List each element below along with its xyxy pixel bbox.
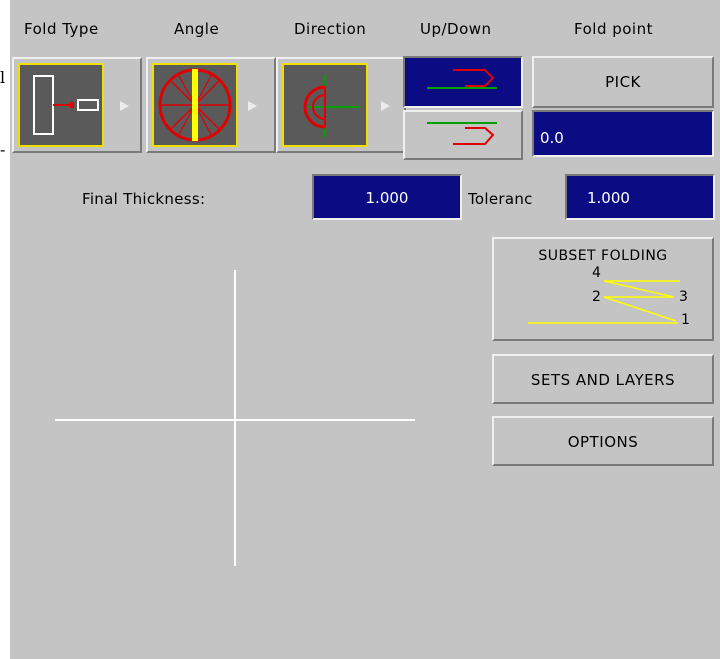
fold-up-icon [427, 69, 497, 89]
angle-button[interactable] [146, 57, 276, 153]
header-angle: Angle [174, 20, 220, 38]
fold-type-icon [18, 63, 104, 147]
crosshair-vertical [234, 270, 236, 566]
header-direction: Direction [294, 20, 367, 38]
fold-up-option[interactable] [403, 56, 523, 108]
dropdown-arrow-icon [120, 101, 129, 111]
edge-glyph-top: l [0, 68, 6, 87]
options-label: OPTIONS [567, 433, 639, 451]
dropdown-arrow-icon [381, 101, 390, 111]
subset-node-2: 2 [592, 289, 601, 305]
direction-button[interactable] [276, 57, 406, 153]
subset-folding-button[interactable]: SUBSET FOLDING 4 2 3 1 [492, 237, 714, 341]
pick-button[interactable]: PICK [532, 56, 714, 108]
pick-label: PICK [605, 73, 641, 91]
header-fold-point: Fold point [574, 20, 653, 38]
sets-and-layers-button[interactable]: SETS AND LAYERS [492, 354, 714, 404]
tolerance-field[interactable]: 1.000 [565, 174, 715, 220]
angle-wheel-icon [152, 63, 238, 147]
final-thickness-field[interactable]: 1.000 [312, 174, 462, 220]
subset-node-4: 4 [592, 265, 601, 281]
header-up-down: Up/Down [420, 20, 492, 38]
edge-glyph-bottom: - [0, 140, 6, 159]
header-fold-type: Fold Type [24, 20, 99, 38]
subset-node-1: 1 [681, 312, 690, 328]
subset-node-3: 3 [679, 289, 688, 305]
tolerance-label: Toleranc [468, 190, 533, 208]
sets-and-layers-label: SETS AND LAYERS [530, 371, 676, 389]
dropdown-arrow-icon [248, 101, 257, 111]
fold-down-icon [427, 122, 497, 145]
options-button[interactable]: OPTIONS [492, 416, 714, 466]
fold-point-field[interactable]: 0.0 [532, 110, 714, 157]
fold-type-button[interactable] [12, 57, 142, 153]
final-thickness-label: Final Thickness: [82, 190, 206, 208]
direction-icon [282, 63, 368, 147]
fold-down-option[interactable] [403, 110, 523, 160]
